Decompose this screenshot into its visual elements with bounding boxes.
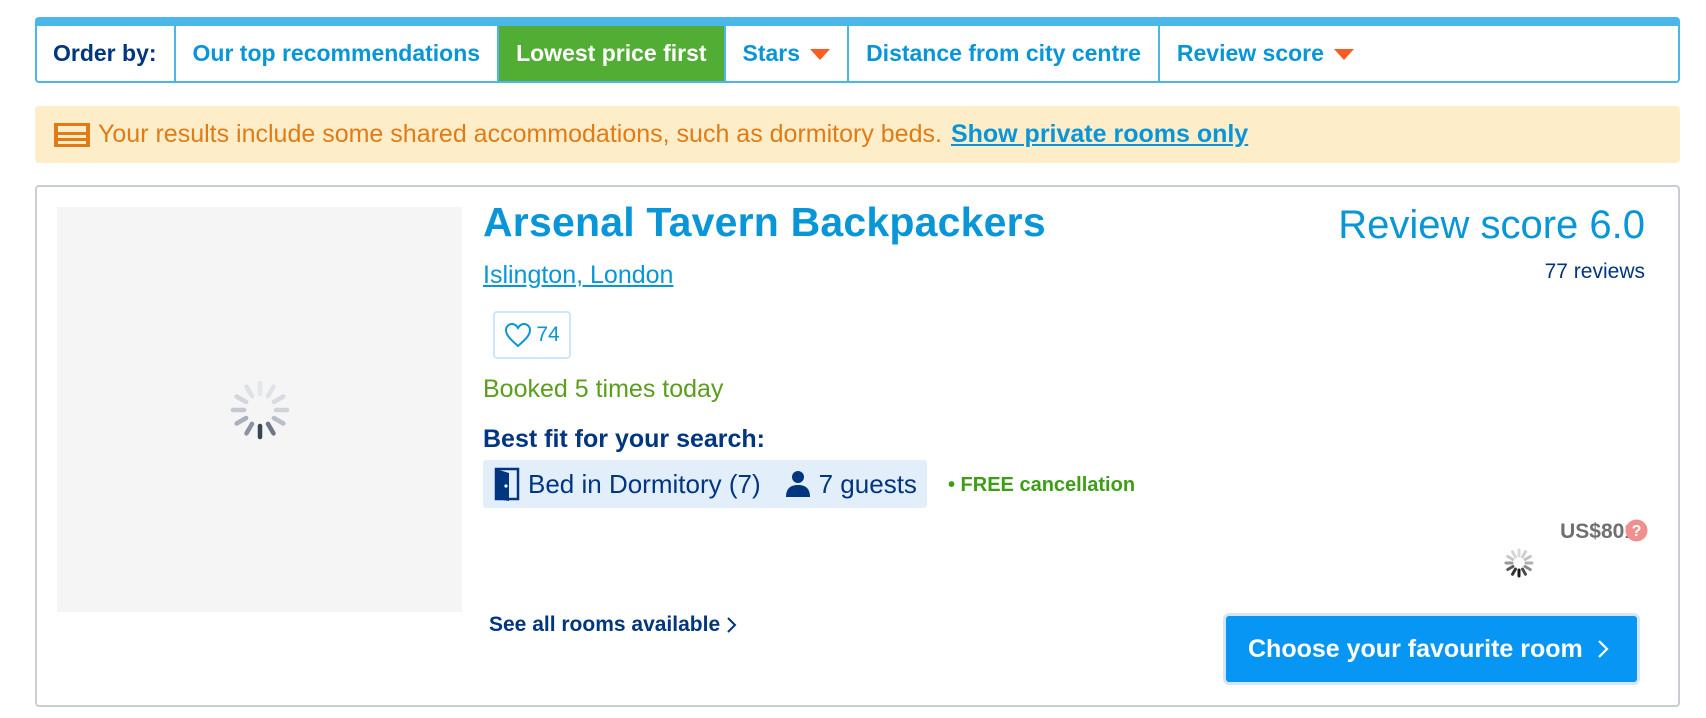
sort-option-label: Lowest price first <box>516 40 707 66</box>
choose-room-button[interactable]: Choose your favourite room <box>1226 616 1637 682</box>
sort-option-label: Stars <box>742 40 801 66</box>
chevron-right-icon <box>1597 640 1609 658</box>
sort-option-label: Distance from city centre <box>866 40 1141 66</box>
room-summary: Bed in Dormitory (7) 7 guests <box>483 460 927 508</box>
bed-icon <box>54 122 90 147</box>
caret-down-icon <box>810 49 831 60</box>
sort-option-label: Our top recommendations <box>192 40 481 66</box>
hotel-name-link[interactable]: Arsenal Tavern Backpackers <box>483 199 1046 246</box>
sort-stars[interactable]: Stars <box>726 26 850 81</box>
free-cancellation-badge: • FREE cancellation <box>948 474 1136 496</box>
chevron-right-icon <box>727 617 737 633</box>
sort-lowest-price[interactable]: Lowest price first <box>499 26 726 81</box>
person-icon <box>785 471 810 497</box>
hotel-photo-placeholder[interactable] <box>57 207 462 612</box>
shared-accommodation-notice: Your results include some shared accommo… <box>35 106 1680 163</box>
room-type: Bed in Dormitory (7) <box>528 468 761 499</box>
hotel-card: Arsenal Tavern Backpackers Islington, Lo… <box>35 185 1680 707</box>
best-fit-label: Best fit for your search: <box>483 425 766 453</box>
choose-room-label: Choose your favourite room <box>1248 634 1583 663</box>
price-loading-spinner-icon <box>1504 548 1534 578</box>
hotel-location-link[interactable]: Islington, London <box>483 261 673 290</box>
see-all-label: See all rooms available <box>489 613 721 636</box>
booked-today-text: Booked 5 times today <box>483 375 724 403</box>
heart-icon <box>505 322 532 348</box>
svg-text:?: ? <box>1632 523 1642 540</box>
sort-top-recommendations[interactable]: Our top recommendations <box>176 26 500 81</box>
order-by-bar: Order by: Our top recommendations Lowest… <box>35 17 1680 83</box>
loading-spinner-icon <box>230 380 290 440</box>
sort-review-score[interactable]: Review score <box>1160 26 1371 81</box>
show-private-rooms-link[interactable]: Show private rooms only <box>951 120 1248 149</box>
review-count[interactable]: 77 reviews <box>1545 260 1645 284</box>
review-score[interactable]: Review score 6.0 <box>1338 203 1645 248</box>
sort-distance[interactable]: Distance from city centre <box>849 26 1160 81</box>
see-all-rooms-link[interactable]: See all rooms available <box>489 613 737 637</box>
help-question-icon[interactable]: ? <box>1625 519 1648 542</box>
wishlist-button[interactable]: 74 <box>493 311 571 359</box>
wishlist-count: 74 <box>536 323 560 346</box>
order-by-label: Order by: <box>37 26 176 81</box>
door-icon <box>494 467 520 501</box>
caret-down-icon <box>1333 49 1354 60</box>
sort-option-label: Review score <box>1176 40 1324 66</box>
guest-count: 7 guests <box>818 468 917 499</box>
notice-text: Your results include some shared accommo… <box>98 120 942 148</box>
